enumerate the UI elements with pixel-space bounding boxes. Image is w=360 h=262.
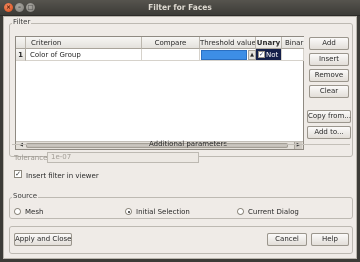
cancel-button[interactable]: Cancel [267, 233, 307, 246]
source-group-label: Source [12, 192, 39, 200]
insert-filter-checkbox[interactable]: ✓ [14, 170, 25, 179]
threshold-spin-icon[interactable]: ▲ [248, 50, 256, 60]
add-button[interactable]: Add [309, 37, 349, 50]
column-header-unary[interactable]: Unary [256, 37, 282, 49]
column-header-compare[interactable]: Compare [142, 37, 200, 49]
initial-selection-radio-label[interactable]: Initial Selection [136, 208, 190, 216]
additional-parameters-label: Additional parameters [149, 140, 227, 148]
add-to-button[interactable]: Add to... [307, 126, 351, 139]
insert-button[interactable]: Insert [309, 53, 349, 66]
tolerance-label: Tolerance [14, 154, 48, 162]
initial-selection-radio[interactable] [125, 208, 132, 215]
help-button[interactable]: Help [311, 233, 349, 246]
remove-button[interactable]: Remove [309, 69, 349, 82]
row-number[interactable]: 1 [16, 49, 26, 61]
filter-dialog: Filter Criterion Compare Threshold value… [3, 16, 357, 259]
window-title: Filter for Faces [148, 3, 212, 12]
binary-cell[interactable] [282, 49, 304, 61]
current-dialog-radio[interactable] [237, 208, 244, 215]
copy-from-button[interactable]: Copy from... [307, 110, 351, 123]
compare-cell[interactable] [142, 49, 200, 61]
unary-value: Not [266, 51, 279, 59]
mesh-radio-label[interactable]: Mesh [25, 208, 43, 216]
tolerance-field[interactable]: 1e-07 [47, 152, 199, 163]
current-dialog-radio-label[interactable]: Current Dialog [248, 208, 299, 216]
threshold-input[interactable] [201, 50, 247, 60]
unary-checkbox[interactable]: ✓ [258, 50, 265, 58]
column-header-threshold[interactable]: Threshold value [200, 37, 256, 49]
criteria-table: Criterion Compare Threshold value Unary … [15, 36, 304, 150]
criterion-cell[interactable]: Color of Group [26, 49, 142, 61]
column-header-criterion[interactable]: Criterion [26, 37, 142, 49]
column-header-binary[interactable]: Binar [282, 37, 304, 49]
params-separator-right [222, 144, 350, 145]
insert-filter-label[interactable]: Insert filter in viewer [26, 172, 99, 180]
title-bar: × – □ Filter for Faces [0, 0, 360, 16]
table-row[interactable]: 1 Color of Group ▲ ✓ Not [16, 49, 304, 61]
filter-group-label: Filter [12, 18, 32, 26]
params-separator-left [12, 144, 148, 145]
apply-and-close-button[interactable]: Apply and Close [14, 233, 72, 246]
table-corner-header [16, 37, 26, 49]
unary-cell[interactable]: ✓ Not [256, 49, 282, 61]
clear-button[interactable]: Clear [309, 85, 349, 98]
mesh-radio[interactable] [14, 208, 21, 215]
